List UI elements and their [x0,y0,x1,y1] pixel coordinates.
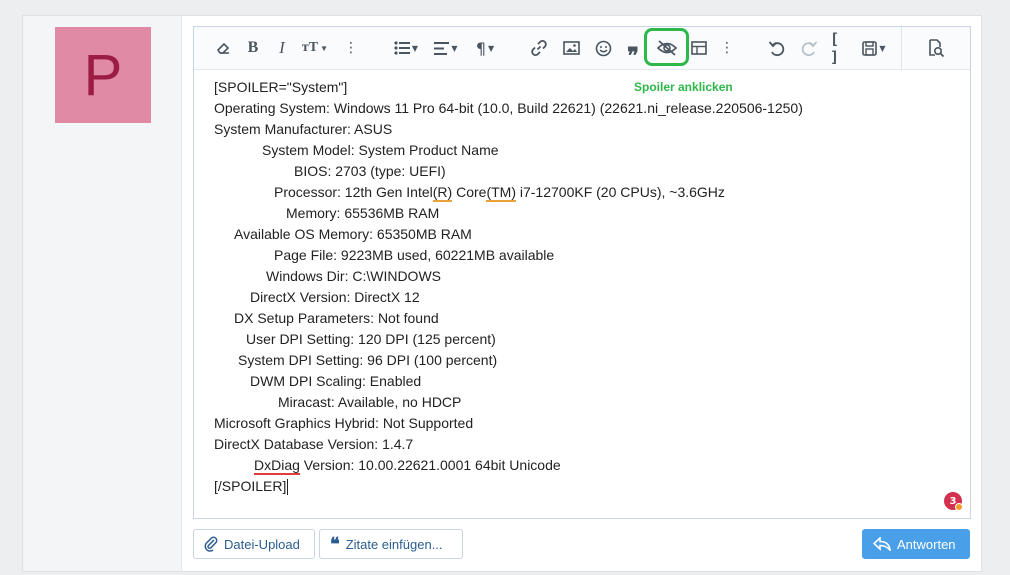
list-icon[interactable]: ▼ [390,35,422,61]
upload-button[interactable]: Datei-Upload [193,529,315,559]
reply-button-label: Antworten [897,536,956,552]
eraser-icon[interactable] [212,35,234,61]
table-icon[interactable] [688,35,710,61]
text-segment: Processor: 12th Gen Intel [274,184,433,200]
toolbar-separator [901,27,902,69]
text-line: User DPI Setting: 120 DPI (125 percent) [246,331,496,347]
text-line: DX Setup Parameters: Not found [234,310,439,326]
text-line: DWM DPI Scaling: Enabled [250,373,422,389]
reply-button[interactable]: Antworten [862,529,970,559]
insert-quotes-button[interactable]: ❝ Zitate einfügen... [319,529,463,559]
text-line: DirectX Database Version: 1.4.7 [214,436,414,452]
spoiler-highlight-frame [644,28,689,66]
italic-icon[interactable]: I [272,35,292,61]
smiley-icon[interactable] [592,35,614,61]
insert-quotes-label: Zitate einfügen... [345,536,443,552]
text-line: Windows Dir: C:\WINDOWS [266,268,441,284]
bold-icon[interactable]: B [242,35,264,61]
user-column: P [23,16,182,571]
avatar[interactable]: P [55,27,151,123]
editor-toolbar: B I тT ▼ ⋮ ▼ ▼ ¶ ▼ ❞ ⋮ [] ▼ [194,27,970,70]
text-line: Available OS Memory: 65350MB RAM [234,226,472,242]
text-line: DxDiag Version: 10.00.22621.0001 64bit U… [214,455,954,476]
upload-button-label: Datei-Upload [224,536,300,552]
text-segment: Version: 10.00.22621.0001 64bit Unicode [299,457,561,473]
text-line: DirectX Version: DirectX 12 [250,289,420,305]
redo-icon[interactable] [798,35,820,61]
text-line: Operating System: Windows 11 Pro 64-bit … [214,100,803,116]
reply-editor[interactable]: B I тT ▼ ⋮ ▼ ▼ ¶ ▼ ❞ ⋮ [] ▼ Spoiler ank… [193,26,971,519]
text-cursor [287,479,289,496]
text-line: [/SPOILER] [214,476,954,497]
bbcode-brackets-icon[interactable]: [ ] [830,30,852,66]
text-segment: Core [452,184,487,200]
preview-icon[interactable] [924,35,948,61]
text-line: Processor: 12th Gen Intel(R) Core(TM) i7… [214,182,954,203]
text-line: System Manufacturer: ASUS [214,121,393,137]
text-line: [SPOILER="System"] [214,79,348,95]
notification-badge[interactable]: 3 [944,492,963,511]
text-line: System DPI Setting: 96 DPI (100 percent) [238,352,498,368]
message-panel: P B I тT ▼ ⋮ ▼ ▼ ¶ ▼ ❞ ⋮ [] ▼ Spoiler a… [22,15,982,572]
link-icon[interactable] [528,35,550,61]
spellcheck-mark: (TM) [486,184,516,202]
image-icon[interactable] [560,35,582,61]
text-size-icon[interactable]: тT ▼ [298,35,332,61]
text-line: Miracast: Available, no HDCP [278,394,462,410]
align-icon[interactable]: ▼ [430,35,462,61]
text-segment: [/SPOILER] [214,478,287,494]
text-segment: i7-12700KF (20 CPUs), ~3.6GHz [515,184,725,200]
text-line: Memory: 65536MB RAM [286,205,440,221]
more-options-icon[interactable]: ⋮ [720,35,734,61]
spellcheck-mark: DxDiag [254,457,300,475]
more-options-icon[interactable]: ⋮ [344,35,358,61]
paperclip-icon [204,536,218,552]
paragraph-icon[interactable]: ¶ ▼ [470,35,500,61]
undo-icon[interactable] [766,35,788,61]
text-line: System Model: System Product Name [262,142,499,158]
quote-icon[interactable]: ❞ [622,35,644,69]
quote-icon: ❝ [330,534,340,554]
text-line: BIOS: 2703 (type: UEFI) [294,163,446,179]
text-line: Page File: 9223MB used, 60221MB availabl… [274,247,555,263]
editor-content[interactable]: [SPOILER="System"] Operating System: Win… [214,77,954,497]
drafts-icon[interactable]: ▼ [858,35,890,61]
reply-arrow-icon [873,537,891,551]
spellcheck-mark: (R) [432,184,453,202]
text-line: Microsoft Graphics Hybrid: Not Supported [214,415,474,431]
